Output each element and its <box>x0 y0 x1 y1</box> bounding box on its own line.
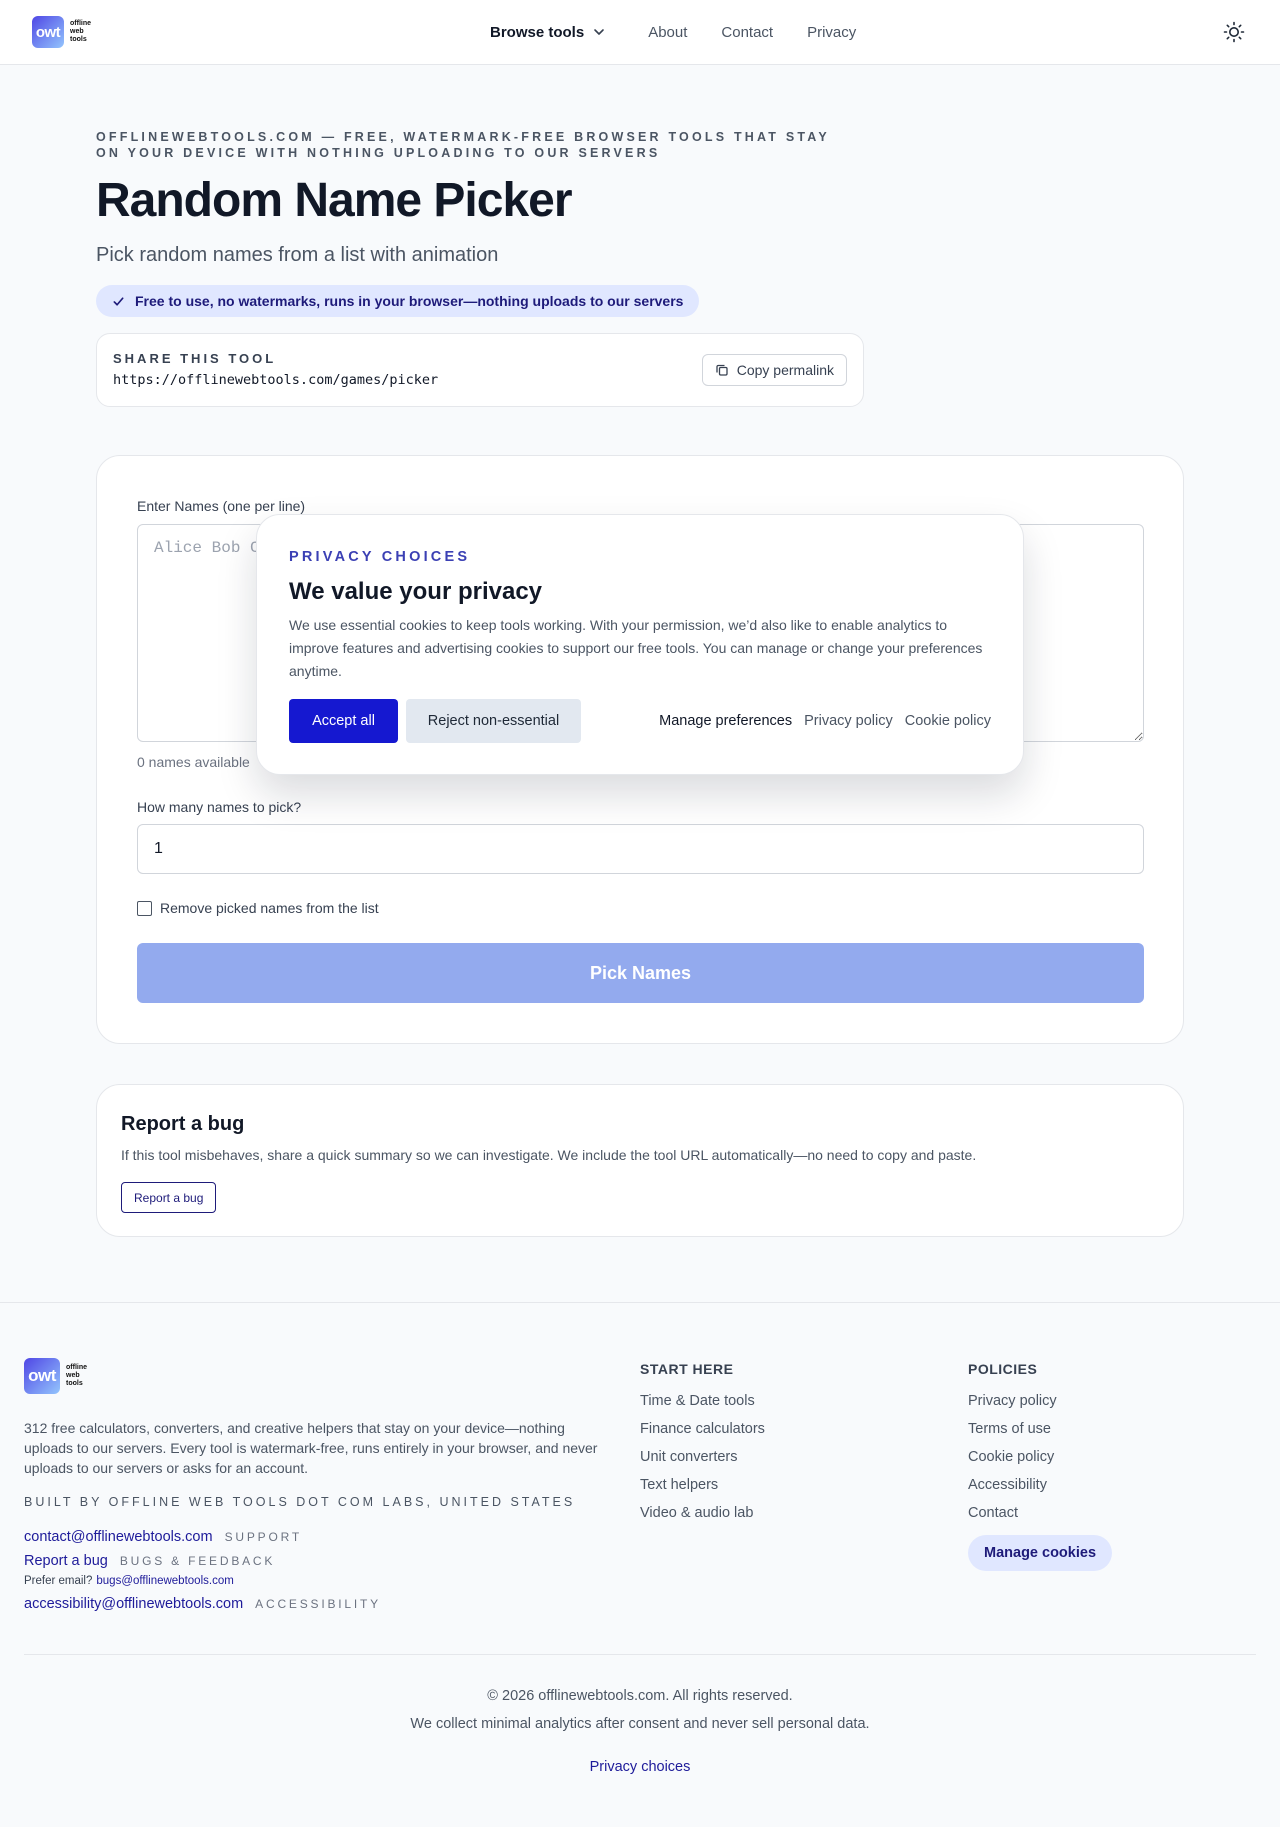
footer-link-time-date[interactable]: Time & Date tools <box>640 1393 755 1409</box>
logo-wordmark: offline web tools <box>70 20 91 44</box>
privacy-badge-text: Free to use, no watermarks, runs in your… <box>135 293 684 309</box>
analytics-note: We collect minimal analytics after conse… <box>410 1716 870 1732</box>
top-navigation: owt offline web tools Browse tools About… <box>0 0 1280 65</box>
contact-email-link[interactable]: contact@offlinewebtools.com <box>24 1529 213 1545</box>
start-here-heading: START HERE <box>640 1361 734 1377</box>
manage-cookies-button[interactable]: Manage cookies <box>968 1535 1113 1571</box>
footer-link-privacy-policy[interactable]: Privacy policy <box>968 1393 1057 1409</box>
footer-divider <box>24 1654 1256 1655</box>
cookie-policy-link[interactable]: Cookie policy <box>905 713 991 729</box>
footer-link-contact[interactable]: Contact <box>968 1505 1018 1521</box>
prefer-email-text: Prefer email? <box>24 1575 93 1587</box>
names-count: 0 names available <box>137 754 250 770</box>
logo-wordmark: offline web tools <box>66 1364 87 1388</box>
remove-picked-checkbox[interactable] <box>137 900 152 916</box>
cookie-links: Manage preferences Privacy policy Cookie… <box>659 713 991 729</box>
share-url: https://offlinewebtools.com/games/picker <box>113 372 439 388</box>
chevron-down-icon <box>594 29 604 35</box>
pick-names-button[interactable]: Pick Names <box>137 943 1144 1003</box>
logo-word: tools <box>66 1380 83 1387</box>
logo-word: web <box>66 1372 80 1379</box>
cookie-eyebrow: PRIVACY CHOICES <box>289 549 471 565</box>
footer-logo[interactable]: owt offline web tools <box>24 1358 87 1394</box>
footer-built-by: BUILT BY OFFLINE WEB TOOLS DOT COM LABS,… <box>24 1495 576 1509</box>
copy-icon <box>716 364 728 376</box>
share-tool-card: SHARE THIS TOOL https://offlinewebtools.… <box>96 333 864 407</box>
main-nav: Browse tools About Contact Privacy <box>490 0 890 64</box>
footer-link-cookie-policy[interactable]: Cookie policy <box>968 1449 1054 1465</box>
nav-link-privacy[interactable]: Privacy <box>807 24 856 41</box>
reject-non-essential-button[interactable]: Reject non-essential <box>406 699 581 743</box>
remove-picked-option[interactable]: Remove picked names from the list <box>137 900 379 916</box>
browse-tools-label: Browse tools <box>490 23 585 41</box>
sun-icon <box>1223 21 1245 43</box>
logo-mark: owt <box>24 1358 60 1394</box>
logo-word: offline <box>70 20 91 27</box>
site-footer: owt offline web tools 312 free calculato… <box>0 1302 1280 1827</box>
cookie-privacy-policy-link[interactable]: Privacy policy <box>804 713 893 729</box>
support-tag: SUPPORT <box>224 1530 302 1544</box>
logo-word: offline <box>66 1364 87 1371</box>
pick-count-input[interactable] <box>137 824 1144 874</box>
accept-all-button[interactable]: Accept all <box>289 699 398 743</box>
pick-count-label: How many names to pick? <box>137 799 302 815</box>
footer-link-text[interactable]: Text helpers <box>640 1477 718 1493</box>
footer-contact-bugs: Report a bug BUGS & FEEDBACK <box>24 1553 275 1569</box>
share-label: SHARE THIS TOOL <box>113 351 277 366</box>
browse-tools-menu[interactable]: Browse tools <box>490 24 606 41</box>
logo-word: web <box>70 28 84 35</box>
footer-description: 312 free calculators, converters, and cr… <box>24 1420 598 1476</box>
policies-heading: POLICIES <box>968 1361 1038 1377</box>
names-label: Enter Names (one per line) <box>137 498 306 514</box>
logo-word: tools <box>70 36 87 43</box>
cookie-title: We value your privacy <box>289 578 543 605</box>
copy-permalink-button[interactable]: Copy permalink <box>701 354 847 386</box>
accessibility-tag: ACCESSIBILITY <box>255 1597 381 1611</box>
nav-link-about[interactable]: About <box>648 24 687 41</box>
privacy-choices-link[interactable]: Privacy choices <box>0 1759 1280 1775</box>
footer-link-video-audio[interactable]: Video & audio lab <box>640 1505 753 1521</box>
remove-picked-label: Remove picked names from the list <box>160 900 379 916</box>
cookie-body: We use essential cookies to keep tools w… <box>289 617 983 679</box>
report-bug-title: Report a bug <box>121 1113 245 1135</box>
manage-preferences-link[interactable]: Manage preferences <box>659 713 792 729</box>
footer-link-finance[interactable]: Finance calculators <box>640 1421 765 1437</box>
accessibility-email-link[interactable]: accessibility@offlinewebtools.com <box>24 1596 243 1612</box>
footer-link-accessibility[interactable]: Accessibility <box>968 1477 1047 1493</box>
copy-permalink-label: Copy permalink <box>736 362 834 378</box>
footer-contact-support: contact@offlinewebtools.com SUPPORT <box>24 1529 302 1545</box>
theme-toggle-button[interactable] <box>1222 20 1246 44</box>
footer-link-units[interactable]: Unit converters <box>640 1449 738 1465</box>
report-bug-description: If this tool misbehaves, share a quick s… <box>121 1147 977 1163</box>
site-logo[interactable]: owt offline web tools <box>32 16 91 48</box>
report-bug-button[interactable]: Report a bug <box>121 1182 217 1213</box>
footer-contact-a11y: accessibility@offlinewebtools.com ACCESS… <box>24 1596 381 1612</box>
bugs-feedback-tag: BUGS & FEEDBACK <box>119 1554 276 1568</box>
site-tagline: OFFLINEWEBTOOLS.COM — FREE, WATERMARK-FR… <box>96 130 830 160</box>
check-icon <box>113 296 124 306</box>
bugs-email-link[interactable]: bugs@offlinewebtools.com <box>96 1575 233 1587</box>
report-bug-card: Report a bug If this tool misbehaves, sh… <box>96 1084 1184 1237</box>
copyright: © 2026 offlinewebtools.com. All rights r… <box>487 1688 793 1704</box>
logo-mark: owt <box>32 16 64 48</box>
footer-report-bug-link[interactable]: Report a bug <box>24 1553 108 1569</box>
page-subtitle: Pick random names from a list with anima… <box>96 244 499 266</box>
cookie-consent-dialog: PRIVACY CHOICES We value your privacy We… <box>256 514 1024 775</box>
footer-link-terms[interactable]: Terms of use <box>968 1421 1051 1437</box>
nav-link-contact[interactable]: Contact <box>721 24 773 41</box>
page-title: Random Name Picker <box>96 174 573 227</box>
privacy-badge: Free to use, no watermarks, runs in your… <box>96 285 700 317</box>
footer-prefer-email: Prefer email? bugs@offlinewebtools.com <box>24 1575 234 1587</box>
